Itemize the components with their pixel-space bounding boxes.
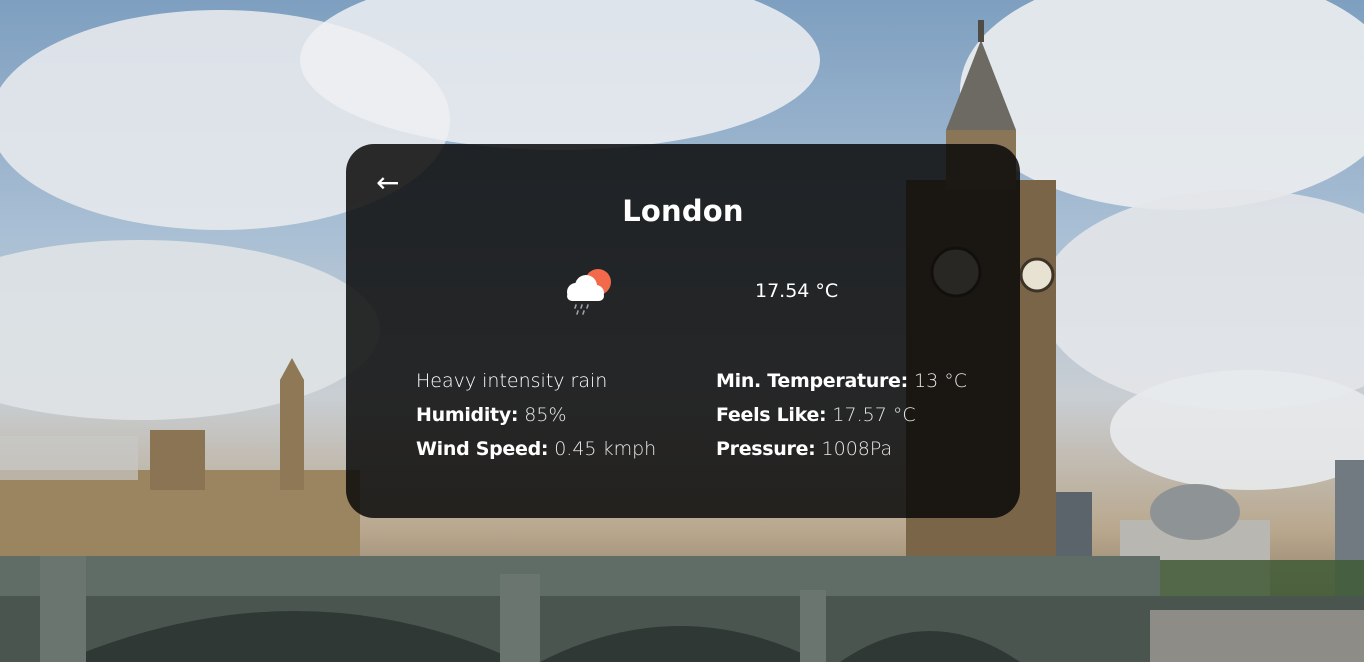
back-arrow-button[interactable]: ← — [376, 169, 416, 197]
feels-like-label: Feels Like: — [716, 404, 827, 426]
pressure-row: Pressure: 1008Pa — [716, 432, 967, 466]
humidity-label: Humidity: — [416, 404, 519, 426]
temperature-value: 17.54 °C — [755, 280, 839, 302]
wind-speed-row: Wind Speed: 0.45 kmph — [416, 432, 656, 466]
weather-details-right: Min. Temperature: 13 °C Feels Like: 17.5… — [716, 364, 967, 466]
weather-details-left: Heavy intensity rain Humidity: 85% Wind … — [416, 364, 656, 466]
wind-speed-label: Wind Speed: — [416, 438, 549, 460]
city-name: London — [622, 194, 744, 228]
min-temperature-row: Min. Temperature: 13 °C — [716, 364, 967, 398]
weather-description: Heavy intensity rain — [416, 370, 608, 392]
feels-like-row: Feels Like: 17.57 °C — [716, 398, 967, 432]
rain-cloud-sun-icon — [556, 262, 616, 318]
min-temperature-label: Min. Temperature: — [716, 370, 908, 392]
weather-card: ← London 17.54 °C Heavy intensity rain H… — [346, 144, 1020, 518]
wind-speed-value: 0.45 kmph — [554, 438, 657, 460]
humidity-value: 85% — [524, 404, 567, 426]
min-temperature-value: 13 °C — [914, 370, 967, 392]
humidity-row: Humidity: 85% — [416, 398, 656, 432]
feels-like-value: 17.57 °C — [832, 404, 916, 426]
pressure-value: 1008Pa — [821, 438, 893, 460]
pressure-label: Pressure: — [716, 438, 816, 460]
